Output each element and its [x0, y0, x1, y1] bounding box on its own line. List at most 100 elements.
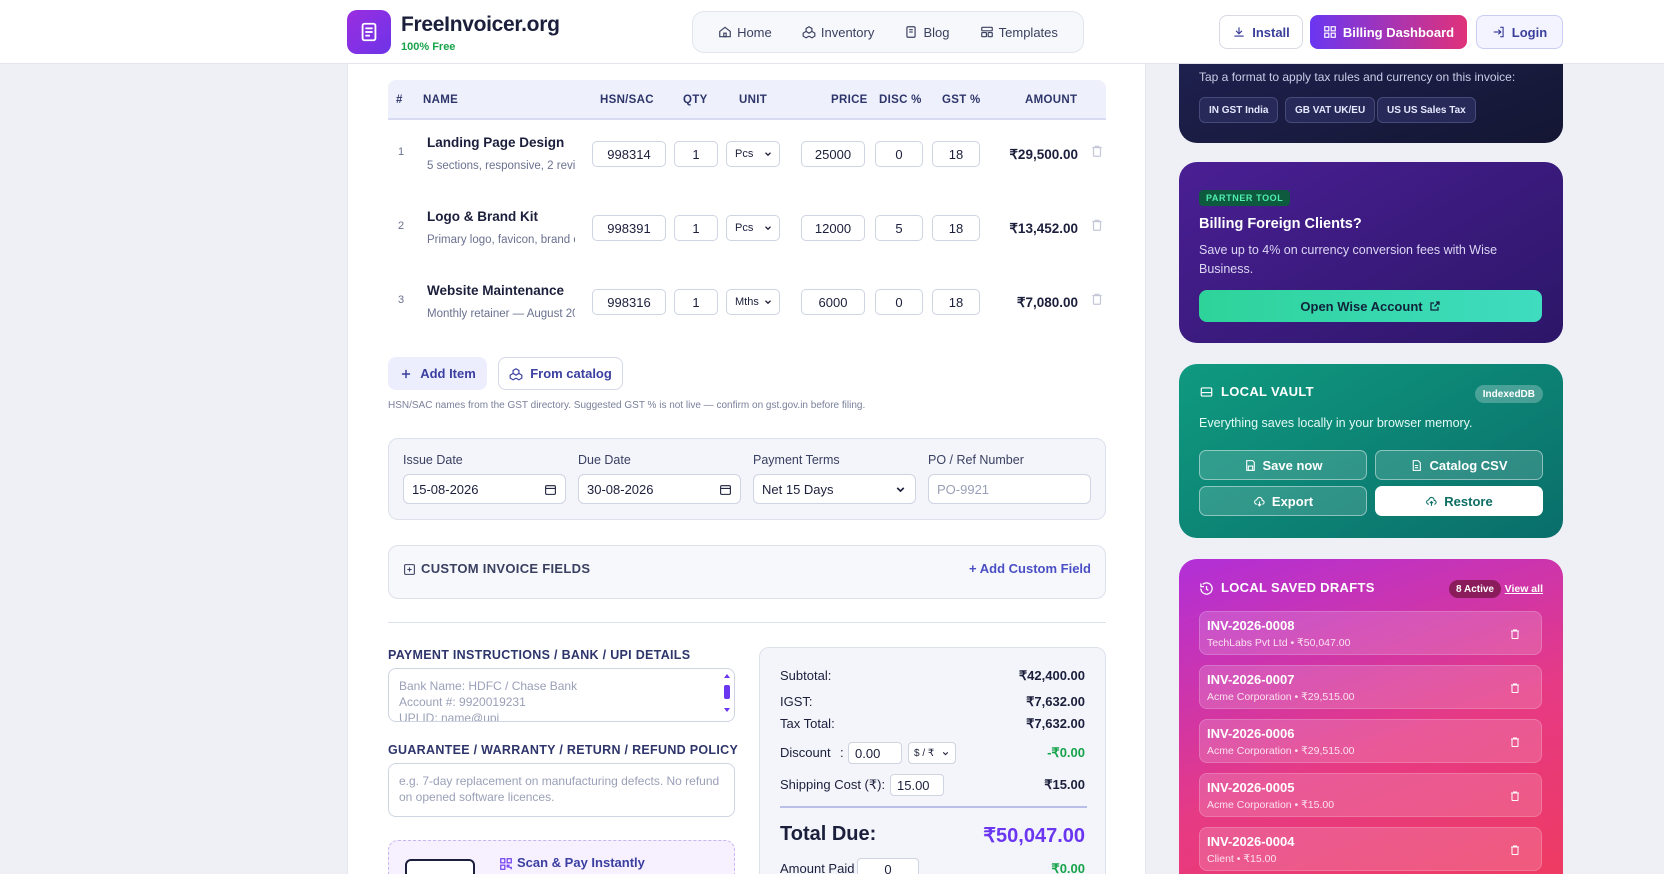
logo-icon[interactable] [347, 10, 391, 54]
trash-icon[interactable] [1090, 217, 1104, 233]
policy-textarea[interactable]: e.g. 7-day replacement on manufacturing … [388, 763, 735, 817]
issue-date-label: Issue Date [403, 453, 463, 467]
active-count-badge: 8 Active [1449, 580, 1501, 598]
qr-label: Scan & Pay Instantly [517, 855, 645, 870]
nav-templates-label: Templates [998, 24, 1058, 40]
add-item-label: Add Item [420, 366, 476, 381]
add-custom-field-link[interactable]: + Add Custom Field [969, 561, 1091, 576]
hsn-input[interactable]: 998316 [592, 289, 666, 315]
payment-terms-select[interactable]: Net 15 Days [753, 474, 916, 504]
qty-input[interactable]: 1 [674, 141, 718, 167]
draft-item[interactable]: INV-2026-0004 Client • ₹15.00 [1199, 827, 1542, 871]
draft-item[interactable]: INV-2026-0006 Acme Corporation • ₹29,515… [1199, 719, 1542, 763]
payment-terms-value: Net 15 Days [762, 481, 834, 497]
item-description[interactable]: Monthly retainer — August 2026 [427, 308, 575, 320]
totals-panel: Subtotal: ₹42,400.00 IGST: ₹7,632.00 Tax… [759, 647, 1106, 874]
file-icon [1413, 459, 1422, 471]
qty-input[interactable]: 1 [674, 289, 718, 315]
price-input[interactable]: 12000 [801, 215, 865, 241]
item-name[interactable]: Logo & Brand Kit [427, 209, 538, 224]
hsn-input[interactable]: 998314 [592, 141, 666, 167]
qr-icon [500, 858, 512, 870]
issue-date-input[interactable]: 15-08-2026 [403, 474, 566, 504]
trash-icon[interactable] [1509, 735, 1521, 749]
trash-icon[interactable] [1509, 627, 1521, 641]
partner-description: Save up to 4% on currency conversion fee… [1199, 243, 1498, 276]
scrollbar[interactable] [723, 673, 731, 713]
trash-icon[interactable] [1090, 143, 1104, 159]
po-number-input[interactable]: PO-9921 [928, 474, 1091, 504]
col-num: # [396, 94, 403, 106]
from-catalog-button[interactable]: From catalog [498, 357, 623, 390]
unit-select[interactable]: Mths [726, 289, 780, 315]
gst-input[interactable]: 18 [932, 289, 980, 315]
history-icon [1200, 582, 1213, 595]
open-wise-account-button[interactable]: Open Wise Account [1199, 290, 1542, 322]
add-item-button[interactable]: Add Item [388, 357, 487, 390]
draft-id: INV-2026-0008 [1207, 618, 1295, 633]
trash-icon[interactable] [1509, 681, 1521, 695]
book-icon [906, 26, 917, 38]
gst-input[interactable]: 18 [932, 141, 980, 167]
draft-item[interactable]: INV-2026-0005 Acme Corporation • ₹15.00 [1199, 773, 1542, 817]
amount-paid-label: Amount Paid [780, 861, 855, 874]
nav-inventory[interactable]: Inventory [802, 25, 874, 40]
partner-title: Billing Foreign Clients? [1199, 216, 1362, 232]
catalog-csv-button[interactable]: Catalog CSV [1375, 450, 1543, 480]
nav-templates[interactable]: Templates [980, 25, 1058, 40]
chip-vat-uk-eu[interactable]: GB VAT UK/EU [1285, 97, 1376, 123]
draft-item[interactable]: INV-2026-0007 Acme Corporation • ₹29,515… [1199, 665, 1542, 709]
row-amount: ₹13,452.00 [1009, 221, 1078, 236]
shipping-input[interactable]: 15.00 [890, 774, 944, 796]
trash-icon[interactable] [1509, 843, 1521, 857]
placeholder-line: UPI ID: name@upi [399, 711, 500, 722]
nav-blog[interactable]: Blog [904, 25, 950, 40]
row-number: 1 [398, 146, 405, 158]
chevron-down-icon [765, 300, 771, 305]
gst-input[interactable]: 18 [932, 215, 980, 241]
discount-input[interactable]: 0 [875, 141, 923, 167]
nav-home[interactable]: Home [718, 25, 772, 40]
item-name[interactable]: Landing Page Design [427, 135, 564, 150]
items-table-header: # NAME HSN/SAC QTY UNIT PRICE DISC % GST… [388, 80, 1106, 120]
plus-square-icon [404, 564, 415, 575]
trash-icon[interactable] [1509, 789, 1521, 803]
saved-drafts-card: LOCAL SAVED DRAFTS 8 Active View all INV… [1179, 559, 1563, 874]
payment-instructions-textarea[interactable]: Bank Name: HDFC / Chase Bank Account #: … [388, 668, 735, 722]
price-input[interactable]: 25000 [801, 141, 865, 167]
unit-select[interactable]: Pcs [726, 141, 780, 167]
draft-details: Acme Corporation • ₹15.00 [1207, 799, 1335, 811]
restore-button[interactable]: Restore [1375, 486, 1543, 516]
install-button[interactable]: Install [1219, 15, 1303, 49]
unit-value: Pcs [735, 222, 754, 234]
unit-select[interactable]: Pcs [726, 215, 780, 241]
price-input[interactable]: 6000 [801, 289, 865, 315]
amount-paid-input[interactable]: 0 [857, 858, 919, 874]
discount-type-select[interactable]: $ / ₹ [908, 742, 956, 764]
login-button[interactable]: Login [1476, 15, 1563, 49]
export-button[interactable]: Export [1199, 486, 1367, 516]
total-due-label: Total Due: [780, 823, 877, 845]
discount-input[interactable]: 0 [875, 289, 923, 315]
partner-badge: PARTNER TOOL [1199, 190, 1291, 206]
chip-us-sales-tax[interactable]: US US Sales Tax [1377, 97, 1476, 123]
brand-name[interactable]: FreeInvoicer.org [401, 13, 560, 37]
due-date-input[interactable]: 30-08-2026 [578, 474, 741, 504]
item-description[interactable]: Primary logo, favicon, brand colours [427, 234, 575, 246]
draft-details: Client • ₹15.00 [1207, 853, 1277, 865]
trash-icon[interactable] [1090, 291, 1104, 307]
draft-item[interactable]: INV-2026-0008 TechLabs Pvt Ltd • ₹50,047… [1199, 611, 1542, 655]
item-name[interactable]: Website Maintenance [427, 283, 564, 298]
save-icon [1245, 459, 1255, 471]
discount-amount-input[interactable]: 0.00 [848, 742, 902, 764]
qty-input[interactable]: 1 [674, 215, 718, 241]
item-description[interactable]: 5 sections, responsive, 2 revisions [427, 160, 575, 172]
view-all-link[interactable]: View all [1505, 583, 1543, 595]
discount-input[interactable]: 5 [875, 215, 923, 241]
billing-dashboard-button[interactable]: Billing Dashboard [1310, 15, 1467, 49]
hsn-disclaimer: HSN/SAC names from the GST directory. Su… [388, 400, 866, 411]
hsn-input[interactable]: 998391 [592, 215, 666, 241]
save-now-button[interactable]: Save now [1199, 450, 1367, 480]
table-row: 2 Logo & Brand Kit Primary logo, favicon… [388, 198, 1106, 268]
chip-gst-india[interactable]: IN GST India [1199, 97, 1279, 123]
